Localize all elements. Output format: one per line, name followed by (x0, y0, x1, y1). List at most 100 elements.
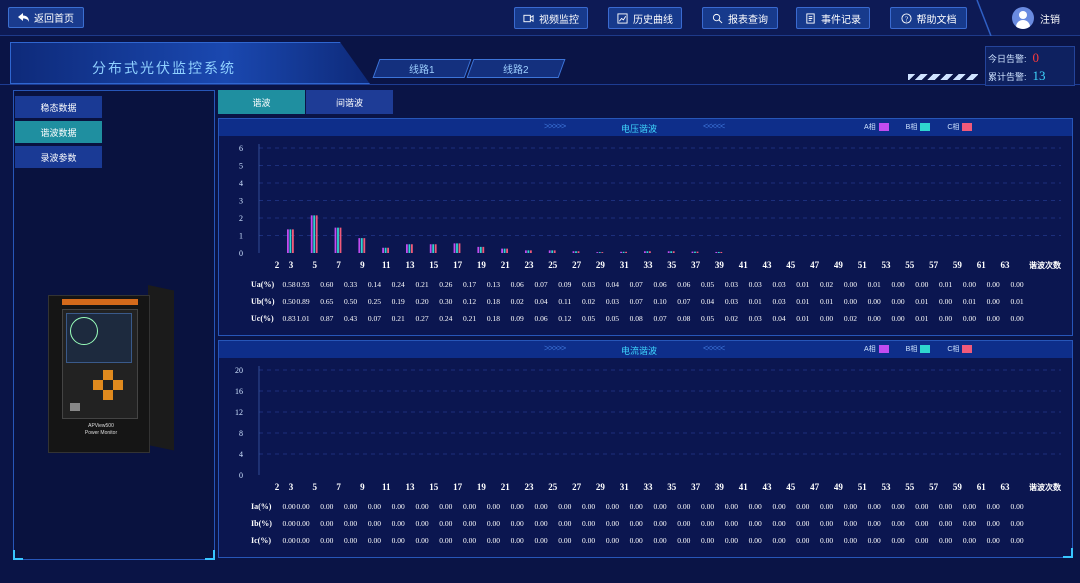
table-cell: 0.02 (844, 314, 857, 323)
table-cell: 0.30 (439, 297, 452, 306)
nav-video-button[interactable]: 视频监控 (514, 7, 588, 29)
table-cell: 0.00 (368, 502, 381, 511)
table-row-label: Ib(%) (251, 519, 272, 528)
harmonic-bar (292, 229, 294, 253)
table-cell: 0.00 (415, 519, 428, 528)
nav-help-button[interactable]: ? 帮助文档 (890, 7, 967, 29)
table-cell: 0.18 (487, 314, 500, 323)
x-tick-label: 51 (858, 260, 868, 270)
table-cell: 0.00 (963, 519, 976, 528)
table-cell: 0.00 (368, 536, 381, 545)
table-cell: 0.00 (868, 297, 881, 306)
legend-c-label: C相 (947, 124, 960, 131)
x-tick-label: 59 (953, 482, 963, 492)
legend-a-swatch (878, 123, 889, 131)
harmonic-bar (577, 251, 580, 253)
table-cell: 0.00 (868, 314, 881, 323)
table-cell: 0.00 (939, 502, 952, 511)
back-home-button[interactable]: 返回首页 (8, 7, 84, 28)
table-cell: 0.01 (820, 297, 833, 306)
sidebar-item-label: 录波参数 (40, 152, 77, 163)
x-tick-label: 37 (691, 260, 701, 270)
x-tick-label: 29 (596, 260, 606, 270)
x-tick-label: 39 (715, 482, 725, 492)
tab-harmonic[interactable]: 谐波 (218, 90, 305, 114)
table-cell: 0.05 (606, 314, 619, 323)
table-row-label: Uc(%) (251, 314, 274, 323)
x-tick-label: 29 (596, 482, 606, 492)
harmonic-bar (287, 229, 289, 253)
table-cell: 0.03 (772, 297, 785, 306)
nav-history-button[interactable]: 历史曲线 (608, 7, 682, 29)
table-cell: 0.00 (653, 536, 666, 545)
table-cell: 0.00 (392, 536, 405, 545)
current-panel-header: >>>>> 电流谐波 <<<<< A相 B相 C相 (219, 341, 1072, 358)
x-tick-label: 9 (360, 260, 365, 270)
table-cell: 0.00 (677, 519, 690, 528)
x-tick-label: 27 (572, 482, 582, 492)
x-tick-label: 63 (1001, 482, 1011, 492)
table-cell: 0.07 (534, 280, 547, 289)
table-cell: 0.03 (749, 314, 762, 323)
harmonic-bar (458, 243, 461, 253)
table-cell: 0.17 (463, 280, 476, 289)
table-cell: 0.00 (820, 519, 833, 528)
table-cell: 0.01 (963, 297, 976, 306)
table-cell: 0.00 (963, 502, 976, 511)
x-tick-label: 5 (313, 482, 318, 492)
x-tick-label: 41 (739, 260, 749, 270)
table-row-label: Ub(%) (251, 297, 275, 306)
harmonic-bar (717, 251, 720, 253)
chart-icon (617, 12, 628, 24)
table-cell: 0.00 (677, 502, 690, 511)
harmonic-bar (670, 251, 673, 253)
y-tick-label: 3 (239, 197, 243, 206)
x-tick-label: 2 (275, 482, 280, 492)
table-cell: 0.03 (725, 280, 738, 289)
table-cell: 0.00 (939, 519, 952, 528)
sidebar-item-harmonic-data[interactable]: 谐波数据 (15, 121, 102, 143)
table-cell: 0.12 (558, 314, 571, 323)
table-cell: 0.00 (701, 536, 714, 545)
x-tick-label: 7 (336, 482, 341, 492)
harmonic-bar (360, 238, 363, 253)
nav-help-label: 帮助文档 (916, 14, 957, 26)
nav-events-button[interactable]: 事件记录 (796, 7, 870, 29)
chevrons-left-icon: <<<<< (703, 121, 725, 131)
table-cell: 0.00 (344, 502, 357, 511)
table-cell: 0.00 (463, 519, 476, 528)
x-tick-label: 33 (644, 260, 654, 270)
legend-b-label: B相 (905, 346, 918, 353)
svg-text:?: ? (904, 14, 907, 23)
x-tick-label: 9 (360, 482, 365, 492)
table-cell: 0.00 (915, 536, 928, 545)
today-alarm-value: 0 (1032, 50, 1040, 65)
tab-interharmonic[interactable]: 间谐波 (306, 90, 393, 114)
table-cell: 0.09 (558, 280, 571, 289)
table-cell: 0.33 (344, 280, 357, 289)
harmonic-bar (406, 244, 408, 253)
user-logout[interactable]: 注销 (1012, 7, 1060, 29)
table-cell: 0.00 (1010, 536, 1023, 545)
table-cell: 0.00 (653, 502, 666, 511)
x-tick-label: 25 (548, 482, 558, 492)
table-cell: 0.04 (534, 297, 547, 306)
table-cell: 0.00 (987, 502, 1000, 511)
table-cell: 0.00 (558, 536, 571, 545)
harmonic-bar (334, 227, 337, 253)
legend-c-swatch (962, 123, 973, 131)
harmonic-bar (530, 250, 532, 253)
x-tick-label: 47 (810, 482, 820, 492)
sidebar-item-steady-data[interactable]: 稳态数据 (15, 96, 102, 118)
x-tick-label: 13 (406, 482, 416, 492)
harmonic-bar (715, 251, 718, 253)
sidebar-item-recording-params[interactable]: 录波参数 (15, 146, 102, 168)
harmonic-bar (551, 250, 554, 253)
line-tab-1[interactable]: 线路1 (372, 59, 472, 78)
x-tick-label: 19 (477, 482, 487, 492)
table-cell: 0.00 (939, 297, 952, 306)
x-tick-label: 23 (525, 260, 535, 270)
line-tab-2[interactable]: 线路2 (466, 59, 566, 78)
nav-report-button[interactable]: 报表查询 (702, 7, 778, 29)
table-cell: 0.60 (320, 280, 333, 289)
